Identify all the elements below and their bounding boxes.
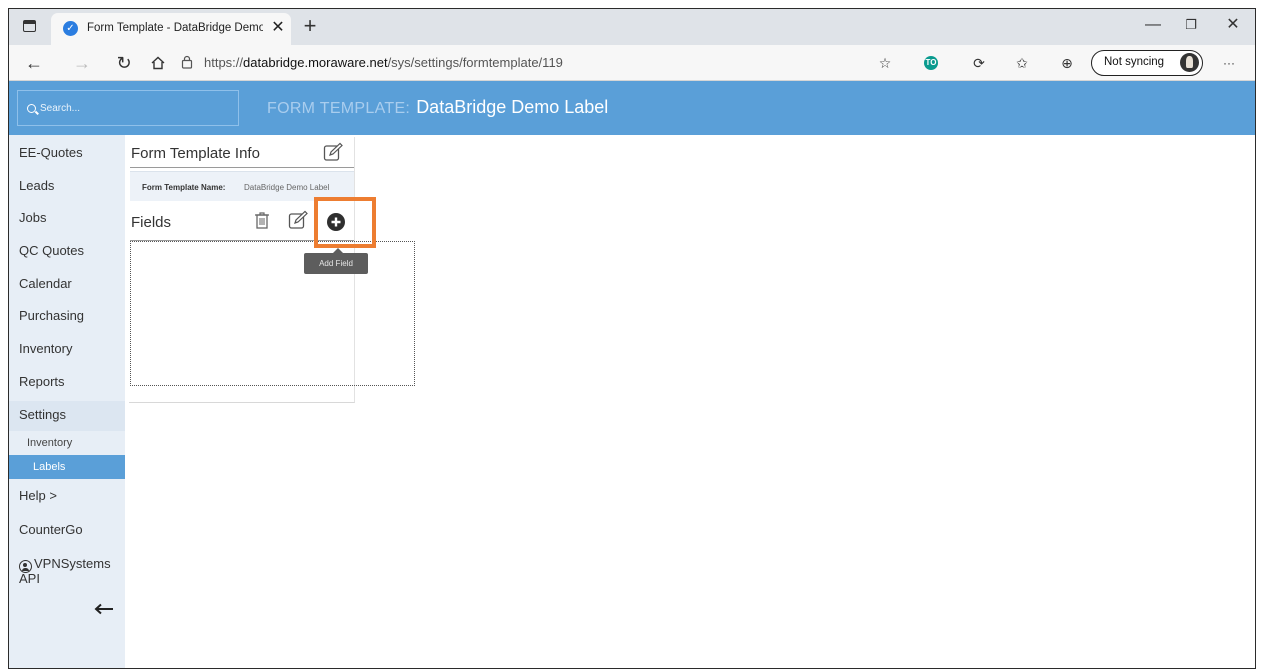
search-input[interactable] (18, 91, 238, 125)
tab-strip: ✓ Form Template - DataBridge Demo Label … (9, 9, 1255, 45)
forward-arrow-icon[interactable]: → (71, 52, 93, 74)
search-icon (27, 104, 36, 113)
tab-actions-icon[interactable] (23, 20, 36, 32)
sidebar-item-reports[interactable]: Reports (19, 374, 65, 389)
sidebar-item-leads[interactable]: Leads (19, 178, 54, 193)
sidebar: EE-Quotes Leads Jobs QC Quotes Calendar … (9, 135, 125, 668)
sidebar-user-api[interactable]: API (19, 571, 40, 586)
close-window-icon[interactable]: ✕ (1221, 15, 1245, 35)
tab-title: Form Template - DataBridge Demo Label (87, 22, 263, 34)
favorites-icon[interactable]: ✩ (1012, 53, 1032, 73)
sidebar-item-qc-quotes[interactable]: QC Quotes (19, 243, 84, 258)
refresh-icon[interactable]: ↻ (113, 52, 135, 74)
profile-avatar (1180, 53, 1199, 72)
delete-trash-icon[interactable] (252, 210, 272, 230)
add-field-highlight-box (314, 197, 376, 248)
add-field-tooltip: Add Field (304, 248, 368, 274)
sidebar-item-purchasing[interactable]: Purchasing (19, 308, 84, 323)
edit-fields-icon[interactable] (288, 210, 308, 230)
sidebar-item-calendar[interactable]: Calendar (19, 276, 72, 291)
form-template-name-value: DataBridge Demo Label (244, 183, 330, 192)
new-tab-icon[interactable]: + (299, 15, 321, 37)
sidebar-item-countergo[interactable]: CounterGo (19, 522, 83, 537)
form-template-info-title: Form Template Info (131, 145, 260, 162)
extensions-puzzle-icon[interactable]: ⟳ (969, 53, 989, 73)
sidebar-item-help[interactable]: Help > (19, 488, 57, 503)
profile-sync-button[interactable]: Not syncing (1091, 50, 1203, 76)
collapse-sidebar-arrow-icon[interactable] (94, 602, 114, 616)
address-bar: ← → ↻ https://databridge.moraware.net/sy… (9, 45, 1255, 81)
sidebar-item-inventory[interactable]: Inventory (19, 341, 72, 356)
minimize-icon[interactable]: — (1141, 15, 1165, 35)
url-host: databridge.moraware.net (243, 55, 388, 70)
browser-window: ✓ Form Template - DataBridge Demo Label … (8, 8, 1256, 669)
sidebar-subitem-inventory[interactable]: Inventory (27, 437, 72, 449)
url-field[interactable]: https://databridge.moraware.net/sys/sett… (204, 53, 884, 73)
sidebar-item-settings[interactable]: Settings (19, 407, 66, 422)
page-title-name: DataBridge Demo Label (416, 97, 609, 117)
restore-icon[interactable]: ❐ (1179, 15, 1203, 35)
browser-tab[interactable]: ✓ Form Template - DataBridge Demo Label … (51, 13, 291, 45)
info-divider (130, 167, 354, 168)
page-title-prefix: FORM TEMPLATE: (267, 100, 411, 117)
form-template-name-label: Form Template Name: (142, 183, 226, 192)
favorite-add-icon[interactable]: ☆ (875, 53, 895, 73)
fields-drop-zone[interactable] (130, 241, 415, 386)
sidebar-item-jobs[interactable]: Jobs (19, 210, 46, 225)
sidebar-subitem-labels[interactable]: Labels (9, 455, 125, 479)
url-scheme: https:// (204, 55, 244, 70)
fields-title: Fields (131, 214, 172, 231)
back-arrow-icon[interactable]: ← (23, 52, 45, 74)
sidebar-subitem-labels-text: Labels (33, 461, 66, 473)
lock-icon[interactable] (181, 55, 193, 69)
sidebar-item-ee-quotes[interactable]: EE-Quotes (19, 145, 83, 160)
sync-label: Not syncing (1104, 56, 1165, 68)
page-title: FORM TEMPLATE: DataBridge Demo Label (267, 97, 608, 118)
extension-icon[interactable]: TO (924, 56, 938, 70)
check-favicon-icon: ✓ (63, 21, 78, 36)
edit-info-icon[interactable] (323, 142, 343, 162)
url-path: /sys/settings/formtemplate/119 (387, 55, 563, 70)
app-header: FORM TEMPLATE: DataBridge Demo Label (9, 81, 1255, 135)
close-tab-icon[interactable]: ✕ (269, 19, 287, 37)
more-menu-icon[interactable]: ··· (1219, 53, 1239, 73)
search-box[interactable] (17, 90, 239, 126)
home-icon[interactable] (147, 52, 169, 74)
sidebar-user-name[interactable]: VPNSystems (34, 556, 111, 571)
collections-icon[interactable]: ⊕ (1057, 53, 1077, 73)
